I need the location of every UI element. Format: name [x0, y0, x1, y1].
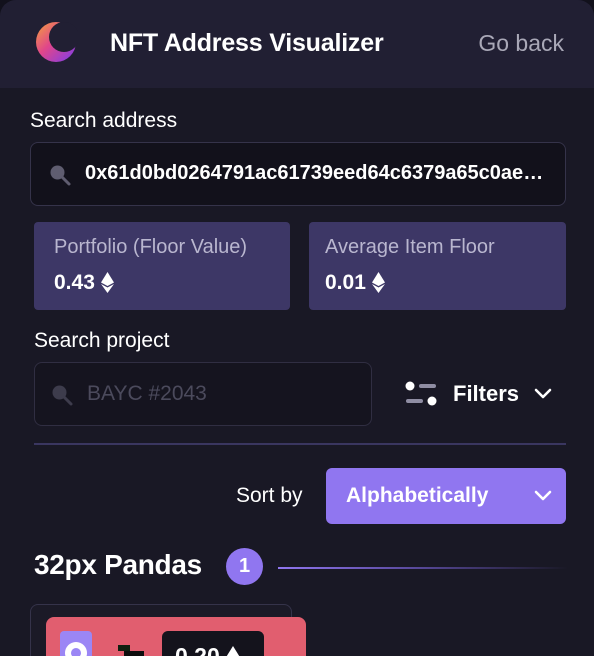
ethereum-icon [226, 646, 239, 656]
project-search-field[interactable]: BAYC #2043 [34, 362, 372, 426]
ethereum-icon [371, 272, 385, 293]
sort-by-label: Sort by [236, 484, 303, 507]
average-floor-amount: 0.01 [325, 271, 366, 294]
sliders-icon [405, 381, 437, 406]
app-panel: NFT Address Visualizer Go back Search ad… [0, 0, 594, 656]
project-search-input[interactable]: BAYC #2043 [87, 382, 207, 406]
nft-price: 0.20 [175, 643, 240, 656]
group-count-badge: 1 [226, 548, 263, 585]
filters-button[interactable]: Filters [404, 376, 564, 412]
nft-card[interactable]: 0.20 [30, 604, 306, 656]
portfolio-label: Portfolio (Floor Value) [54, 236, 248, 258]
divider [34, 443, 566, 445]
ethereum-icon [100, 272, 114, 293]
nft-image: 0.20 [46, 617, 306, 656]
filters-label: Filters [453, 381, 520, 406]
pixel-panda-icon [118, 645, 144, 656]
nft-price-value: 0.20 [175, 643, 220, 656]
portfolio-amount: 0.43 [54, 271, 95, 294]
header: NFT Address Visualizer Go back [0, 0, 594, 88]
search-icon [50, 165, 71, 186]
average-floor-value: 0.01 [325, 271, 385, 295]
average-floor-label: Average Item Floor [325, 236, 495, 258]
portfolio-value: 0.43 [54, 271, 114, 295]
search-project-label: Search project [34, 329, 170, 352]
search-icon [52, 385, 73, 406]
average-floor-stat-card: Average Item Floor 0.01 [309, 222, 566, 310]
chevron-down-icon [534, 490, 552, 501]
portfolio-stat-card: Portfolio (Floor Value) 0.43 [34, 222, 290, 310]
chevron-down-icon [534, 388, 552, 399]
go-back-link[interactable]: Go back [478, 30, 564, 57]
nft-price-tag: 0.20 [162, 631, 264, 656]
search-address-label: Search address [30, 109, 178, 132]
crescent-moon-logo-icon [36, 22, 78, 62]
collection-badge-icon [60, 631, 92, 656]
app-title: NFT Address Visualizer [110, 29, 384, 57]
address-input[interactable]: 0x61d0bd0264791ac61739eed64c6379a65c0ae1… [85, 162, 545, 185]
address-search-field[interactable]: 0x61d0bd0264791ac61739eed64c6379a65c0ae1… [30, 142, 566, 206]
group-title: 32px Pandas [34, 549, 202, 580]
sort-selected-value: Alphabetically [346, 484, 489, 507]
group-divider-line [278, 567, 568, 569]
sort-select[interactable]: Alphabetically [326, 468, 566, 524]
